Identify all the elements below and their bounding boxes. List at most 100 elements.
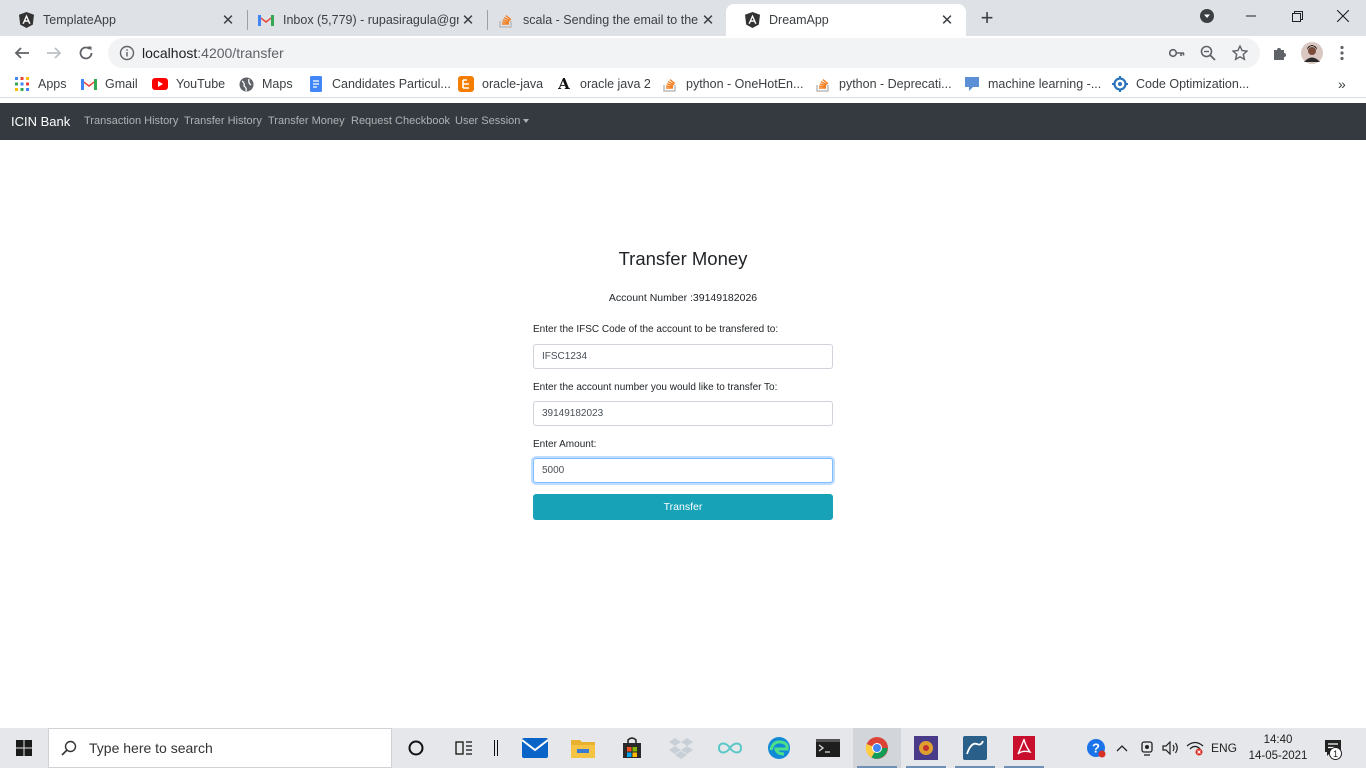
mysql-workbench-icon[interactable]	[951, 728, 999, 768]
close-icon[interactable]: ✕	[219, 11, 237, 29]
nav-transaction-history[interactable]: Transaction History	[84, 115, 178, 127]
code-icon	[1112, 76, 1128, 92]
bookmark-maps[interactable]: Maps	[238, 75, 293, 93]
bookmark-label: oracle-java	[482, 77, 544, 91]
transfer-button[interactable]: Transfer	[533, 494, 833, 520]
network-disconnected-icon[interactable]	[1184, 728, 1206, 768]
amount-label: Enter Amount:	[533, 439, 597, 450]
close-icon[interactable]: ✕	[938, 11, 956, 29]
bookmark-label: machine learning -...	[988, 77, 1102, 91]
nav-user-session-label: User Session	[455, 115, 521, 127]
bookmark-label: Maps	[262, 77, 293, 91]
font-a-icon: A	[558, 75, 570, 93]
bookmark-oracle-java-2[interactable]: A oracle java 2	[556, 75, 651, 93]
key-icon[interactable]	[1165, 41, 1189, 65]
account-number-label: Enter the account number you would like …	[533, 382, 778, 393]
taskbar-search-box[interactable]: Type here to search	[48, 728, 392, 768]
app-navbar: ICIN Bank Transaction History Transfer H…	[0, 103, 1366, 140]
browser-toolbar: localhost:4200/transfer	[0, 36, 1366, 70]
pdf-reader-icon[interactable]	[1000, 728, 1048, 768]
store-icon[interactable]	[608, 728, 656, 768]
mail-icon[interactable]	[511, 728, 559, 768]
url-path: :4200/transfer	[197, 45, 284, 61]
bookmark-gmail[interactable]: Gmail	[81, 75, 138, 93]
more-bookmarks-chevron-icon[interactable]: »	[1338, 75, 1346, 93]
bookmark-python-deprecation[interactable]: python - Deprecati...	[815, 75, 952, 93]
bookmark-machine-learning[interactable]: machine learning -...	[964, 75, 1101, 93]
datascience-icon	[964, 76, 980, 92]
browser-tab-strip: TemplateApp ✕ Inbox (5,779) - rupasiragu…	[0, 0, 1366, 36]
clock-time: 14:40	[1263, 734, 1293, 746]
brand-link[interactable]: ICIN Bank	[11, 114, 70, 129]
close-icon[interactable]: ✕	[699, 11, 717, 29]
system-clock[interactable]: 14:40 14-05-2021	[1248, 732, 1308, 764]
site-info-icon[interactable]	[119, 45, 135, 66]
bookmark-youtube[interactable]: YouTube	[152, 75, 225, 93]
search-placeholder: Type here to search	[89, 740, 213, 756]
bookmark-code-optimization[interactable]: Code Optimization...	[1112, 75, 1249, 93]
nav-transfer-money[interactable]: Transfer Money	[268, 115, 345, 127]
nav-request-checkbook[interactable]: Request Checkbook	[351, 115, 450, 127]
volume-icon[interactable]	[1160, 728, 1182, 768]
nav-user-session-dropdown[interactable]: User Session	[455, 115, 530, 127]
cortana-circle-icon[interactable]	[392, 728, 440, 768]
stackoverflow-icon	[498, 12, 514, 28]
meet-now-icon[interactable]	[1137, 728, 1157, 768]
minimize-icon[interactable]	[1228, 0, 1274, 32]
windows-start-icon[interactable]	[0, 728, 48, 768]
extensions-puzzle-icon[interactable]	[1268, 41, 1292, 65]
infinity-app-icon[interactable]	[706, 728, 754, 768]
back-arrow-icon[interactable]	[9, 40, 35, 66]
bookmark-oracle-java[interactable]: oracle-java	[458, 75, 543, 93]
dropbox-icon[interactable]	[657, 728, 705, 768]
bookmark-label: YouTube	[176, 77, 226, 91]
account-number-text: Account Number :39149182026	[608, 292, 758, 304]
amount-input[interactable]: 5000	[533, 458, 833, 483]
more-vertical-icon[interactable]	[1330, 41, 1354, 65]
terminal-icon[interactable]	[804, 728, 852, 768]
gmail-icon	[81, 76, 97, 92]
help-tray-icon[interactable]: ?	[1084, 728, 1108, 768]
apps-grid-icon	[14, 76, 30, 92]
profile-avatar[interactable]	[1300, 41, 1324, 65]
file-explorer-icon[interactable]	[559, 728, 607, 768]
bookmark-label: Apps	[38, 77, 67, 91]
account-number-input[interactable]: 39149182023	[533, 401, 833, 426]
bookmark-python-onehot[interactable]: python - OneHotEn...	[662, 75, 803, 93]
browser-tab-gmail[interactable]: Inbox (5,779) - rupasiragula@gm ✕	[240, 4, 487, 36]
ifsc-label: Enter the IFSC Code of the account to be…	[533, 324, 779, 335]
tab-title: Inbox (5,779) - rupasiragula@gm	[283, 13, 459, 27]
amount-input-value: 5000	[542, 465, 565, 476]
zoom-icon[interactable]	[1196, 41, 1220, 65]
bookmark-star-icon[interactable]	[1228, 41, 1252, 65]
reload-icon[interactable]	[73, 40, 99, 66]
url-host: localhost	[142, 45, 198, 61]
stackoverflow-icon	[662, 76, 678, 92]
browser-tab-dreamapp[interactable]: DreamApp ✕	[726, 4, 966, 36]
chrome-icon[interactable]	[853, 728, 901, 768]
ifsc-input[interactable]: IFSC1234	[533, 344, 833, 369]
game-app-icon[interactable]	[902, 728, 950, 768]
close-window-icon[interactable]	[1320, 0, 1366, 32]
tab-search-chevron-icon[interactable]	[1184, 0, 1230, 32]
bookmark-apps[interactable]: Apps	[14, 75, 67, 93]
ifsc-input-value: IFSC1234	[542, 351, 588, 362]
close-icon[interactable]: ✕	[459, 11, 477, 29]
bookmark-candidates[interactable]: Candidates Particul...	[308, 75, 451, 93]
address-bar[interactable]: localhost:4200/transfer	[108, 38, 1260, 68]
chevron-up-icon[interactable]	[1114, 728, 1130, 768]
nav-transfer-history[interactable]: Transfer History	[184, 115, 262, 127]
browser-tab-templateapp[interactable]: TemplateApp ✕	[0, 4, 247, 36]
blogger-icon	[458, 76, 474, 92]
forward-arrow-icon[interactable]	[41, 40, 67, 66]
angular-icon	[18, 12, 34, 28]
restore-icon[interactable]	[1274, 0, 1320, 32]
bookmark-label: Code Optimization...	[1136, 77, 1250, 91]
notification-center-icon[interactable]: 1	[1318, 728, 1348, 768]
language-indicator[interactable]: ENG	[1208, 728, 1240, 768]
new-tab-plus-icon[interactable]: +	[976, 5, 998, 30]
browser-tab-scala[interactable]: scala - Sending the email to the f ✕	[480, 4, 727, 36]
edge-icon[interactable]	[755, 728, 803, 768]
account-number-input-value: 39149182023	[542, 408, 604, 419]
bookmarks-bar: Apps Gmail YouTube Maps Candidates Parti…	[0, 70, 1366, 98]
